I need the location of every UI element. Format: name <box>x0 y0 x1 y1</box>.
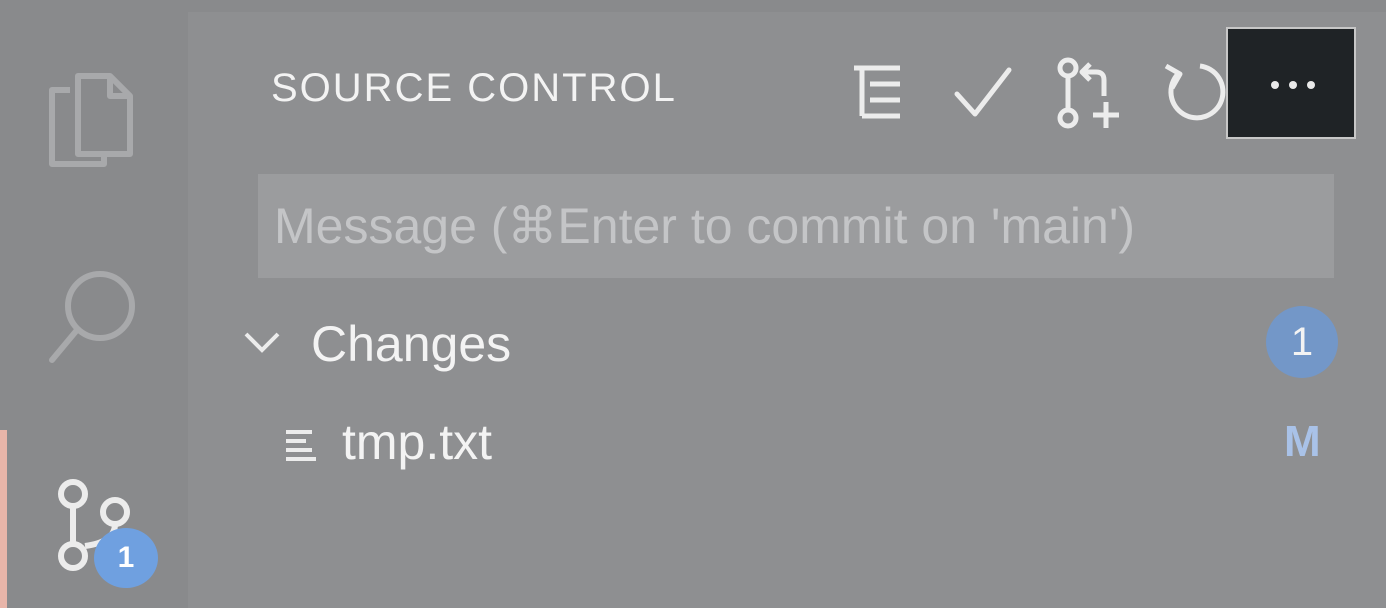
source-control-badge: 1 <box>94 528 158 588</box>
commit-message-input[interactable] <box>258 174 1334 278</box>
list-item[interactable]: tmp.txt M <box>268 402 1358 482</box>
panel-title: SOURCE CONTROL <box>271 66 677 110</box>
activity-explorer-button[interactable] <box>30 50 160 170</box>
more-actions-icon <box>1271 81 1279 89</box>
commit-button[interactable] <box>941 52 1021 132</box>
window-top-border <box>0 0 1386 12</box>
search-icon <box>49 271 135 363</box>
refresh-button[interactable] <box>1150 52 1230 132</box>
activity-search-button[interactable] <box>30 258 160 378</box>
refresh-icon <box>1164 63 1226 121</box>
source-control-panel: SOURCE CONTROL Message (⌘Enter to commit… <box>188 12 1386 608</box>
file-name: tmp.txt <box>342 414 493 470</box>
activity-bar <box>0 12 188 608</box>
file-lines-icon <box>286 430 316 461</box>
view-as-tree-button[interactable] <box>838 52 918 132</box>
changes-group-header[interactable]: Changes 1 <box>228 304 1358 384</box>
changes-count-badge: 1 <box>1266 306 1338 378</box>
active-view-indicator <box>0 430 7 608</box>
files-icon <box>49 73 133 167</box>
commit-check-icon <box>954 67 1012 117</box>
more-actions-button[interactable] <box>1226 27 1356 139</box>
create-pull-request-button[interactable] <box>1046 52 1126 132</box>
chevron-down-icon <box>244 332 280 353</box>
create-pull-request-icon <box>1057 57 1119 129</box>
file-status-modified: M <box>1284 417 1321 466</box>
changes-label: Changes <box>311 316 512 372</box>
view-as-tree-icon <box>854 65 900 119</box>
